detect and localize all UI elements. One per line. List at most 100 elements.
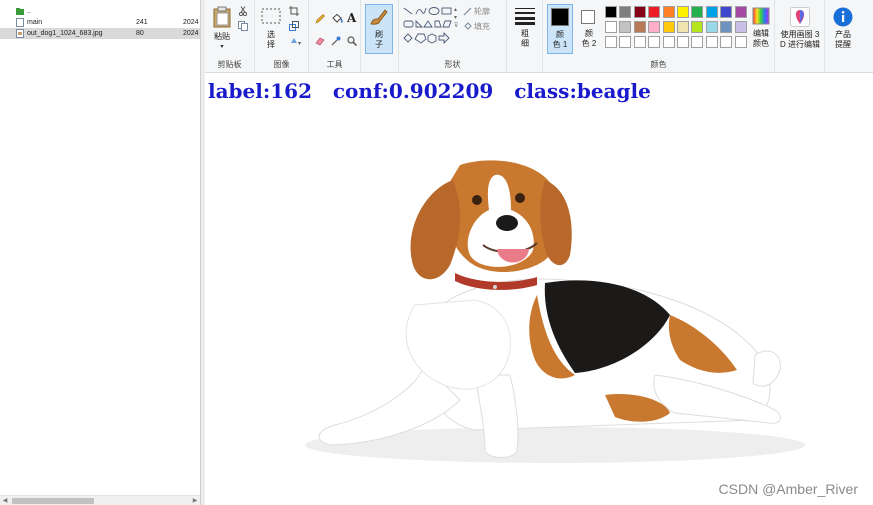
palette-color-swatch[interactable]: [633, 6, 646, 18]
file-name: out_dog1_1024_683.jpg: [27, 30, 103, 37]
paste-button[interactable]: 粘贴 ▾: [209, 4, 235, 52]
size-button[interactable]: 粗 细: [511, 4, 539, 54]
palette-color-swatch[interactable]: [619, 36, 632, 48]
group-colors: 颜 色 1 颜 色 2 编辑 颜色 颜色: [543, 0, 775, 72]
info-icon: [833, 7, 853, 27]
copy-icon[interactable]: [238, 21, 248, 31]
palette-color-swatch[interactable]: [691, 36, 704, 48]
paint-ribbon: 粘贴 ▾ 剪贴板 选 择 ▾ 图像 A 工具 刷 子 ▴ ▾ ⊽ 轮廓 填充 形…: [205, 0, 873, 73]
palette-color-swatch[interactable]: [648, 36, 661, 48]
edit-colors-button[interactable]: 编辑 颜色: [748, 4, 774, 54]
palette-color-swatch[interactable]: [691, 21, 704, 33]
file-date: 2024: [183, 19, 199, 26]
color1-button[interactable]: 颜 色 1: [547, 4, 573, 54]
group-tools: A 工具: [309, 0, 361, 72]
group-label-image: 图像: [273, 60, 290, 69]
palette-color-swatch[interactable]: [677, 6, 689, 18]
palette-color-swatch[interactable]: [734, 6, 747, 18]
palette-color-swatch[interactable]: [720, 36, 733, 48]
group-shapes: ▴ ▾ ⊽ 轮廓 填充 形状: [399, 0, 507, 72]
shapes-gallery[interactable]: [403, 6, 459, 46]
svg-text:▾: ▾: [298, 41, 301, 46]
color1-swatch: [551, 8, 569, 26]
color2-swatch: [581, 10, 595, 24]
outline-icon[interactable]: [463, 7, 473, 17]
palette-color-swatch[interactable]: [648, 6, 661, 18]
csdn-watermark: CSDN @Amber_River: [718, 481, 858, 497]
eraser-icon[interactable]: [315, 36, 325, 46]
select-button[interactable]: 选 择: [258, 4, 284, 54]
scroll-right-icon[interactable]: ▶: [190, 496, 200, 505]
group-label-clipboard: 剪贴板: [217, 60, 242, 69]
group-paint3d: 使用画图 3 D 进行编辑: [775, 0, 825, 72]
palette-color-swatch[interactable]: [619, 6, 632, 18]
palette-color-swatch[interactable]: [720, 21, 733, 33]
cut-icon[interactable]: [238, 6, 248, 16]
text-tool-icon[interactable]: A: [347, 11, 356, 25]
file-row-parent[interactable]: ..: [0, 6, 200, 17]
file-list-pane: .. main 241 2024 out_dog1_1024_683.jpg 8…: [0, 0, 200, 505]
product-alert-button[interactable]: 产品 提醒: [827, 4, 859, 54]
palette-color-swatch[interactable]: [677, 36, 689, 48]
file-row-out-dog1[interactable]: out_dog1_1024_683.jpg 80 2024: [0, 28, 200, 39]
size-label: 粗 细: [521, 29, 529, 48]
palette-color-swatch[interactable]: [705, 36, 718, 48]
file-row-main[interactable]: main 241 2024: [0, 17, 200, 28]
image-file-icon: [16, 29, 24, 38]
select-rectangle-icon: [261, 8, 281, 24]
palette-color-swatch[interactable]: [619, 21, 632, 33]
fill-icon[interactable]: [463, 22, 473, 32]
magnifier-icon[interactable]: [347, 36, 357, 46]
palette-color-swatch[interactable]: [605, 6, 617, 18]
line-width-icon: [515, 8, 535, 25]
color2-button[interactable]: 颜 色 2: [576, 4, 602, 54]
folder-up-icon: [16, 8, 24, 15]
palette-color-swatch[interactable]: [734, 36, 747, 48]
palette-color-swatch[interactable]: [605, 21, 617, 33]
pencil-icon[interactable]: [315, 14, 325, 24]
palette-color-swatch[interactable]: [705, 21, 718, 33]
group-product-alert: 产品 提醒: [825, 0, 861, 72]
color-picker-icon[interactable]: [331, 36, 341, 46]
group-brushes: 刷 子: [361, 0, 399, 72]
brush-button[interactable]: 刷 子: [365, 4, 393, 54]
palette-color-swatch[interactable]: [691, 6, 704, 18]
horizontal-scrollbar[interactable]: ◀ ▶: [0, 495, 200, 505]
paint3d-label: 使用画图 3 D 进行编辑: [780, 30, 820, 49]
palette-color-swatch[interactable]: [633, 21, 646, 33]
palette-color-swatch[interactable]: [705, 6, 718, 18]
resize-icon[interactable]: [289, 21, 299, 31]
file-icon: [16, 18, 24, 27]
file-date: 2024: [183, 30, 199, 37]
group-label-tools: 工具: [326, 60, 343, 69]
beagle-dog-image: [305, 160, 805, 463]
palette-color-swatch[interactable]: [605, 36, 617, 48]
palette-color-swatch[interactable]: [662, 6, 675, 18]
drawing-canvas[interactable]: label:162 conf:0.902209 class:beagle CSD…: [205, 73, 873, 505]
scroll-left-icon[interactable]: ◀: [0, 496, 10, 505]
palette-color-swatch[interactable]: [662, 21, 675, 33]
color1-label: 颜 色 1: [552, 30, 568, 49]
crop-icon[interactable]: [289, 6, 299, 16]
outline-label[interactable]: 轮廓: [474, 7, 490, 17]
edit-with-paint3d-button[interactable]: 使用画图 3 D 进行编辑: [777, 4, 823, 54]
file-name: ..: [27, 8, 31, 15]
palette-color-swatch[interactable]: [720, 6, 733, 18]
group-label-shapes: 形状: [444, 60, 461, 69]
rotate-icon[interactable]: ▾: [289, 36, 303, 46]
fill-label[interactable]: 填充: [474, 22, 490, 32]
brush-label: 刷 子: [375, 30, 383, 49]
fill-bucket-icon[interactable]: [331, 14, 343, 24]
group-clipboard: 粘贴 ▾ 剪贴板: [205, 0, 255, 72]
palette-color-swatch[interactable]: [648, 21, 661, 33]
color-palette: [605, 6, 749, 52]
palette-color-swatch[interactable]: [677, 21, 689, 33]
scrollbar-thumb[interactable]: [12, 498, 94, 504]
product-alert-label: 产品 提醒: [835, 30, 851, 49]
palette-color-swatch[interactable]: [734, 21, 747, 33]
palette-color-swatch[interactable]: [662, 36, 675, 48]
shapes-scroll-icon[interactable]: ▴ ▾ ⊽: [454, 6, 458, 30]
edit-colors-icon: [752, 7, 770, 25]
palette-color-swatch[interactable]: [633, 36, 646, 48]
color2-label: 颜 色 2: [581, 29, 597, 48]
